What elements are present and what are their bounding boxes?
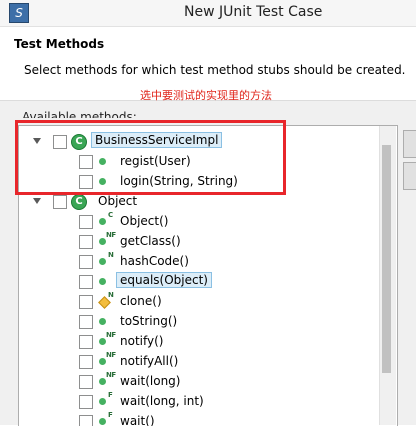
tree-row-wait-long-int[interactable]: F wait(long, int)	[19, 391, 379, 412]
class-icon: C	[71, 194, 87, 210]
public-method-icon	[99, 398, 106, 405]
tree-row-notify[interactable]: NF notify()	[19, 331, 379, 352]
method-checkbox[interactable]	[79, 215, 93, 229]
tree-item-label[interactable]: clone()	[120, 294, 162, 308]
method-checkbox[interactable]	[79, 375, 93, 389]
page-description: Select methods for which test method stu…	[24, 63, 406, 77]
tree-item-label[interactable]: equals(Object)	[116, 272, 212, 288]
public-method-icon	[99, 378, 106, 385]
tree-item-label[interactable]: getClass()	[120, 234, 181, 248]
public-method-icon	[99, 218, 106, 225]
tree-item-label[interactable]: wait(long, int)	[120, 394, 204, 408]
tree-item-label[interactable]: wait()	[120, 414, 155, 426]
method-checkbox[interactable]	[79, 335, 93, 349]
window-title: New JUnit Test Case	[184, 4, 323, 20]
annotation-text: 选中要测试的实现里的方法	[140, 89, 272, 102]
tree-item-label[interactable]: Object()	[120, 214, 168, 228]
method-checkbox[interactable]	[79, 395, 93, 409]
tree-row-hashcode[interactable]: N hashCode()	[19, 251, 379, 272]
method-badge: F	[108, 391, 113, 399]
tree-row-equals[interactable]: equals(Object)	[19, 272, 379, 292]
method-badge: N	[108, 251, 114, 259]
public-method-icon	[99, 278, 106, 285]
deselect-all-button[interactable]	[403, 162, 416, 190]
method-checkbox[interactable]	[79, 315, 93, 329]
public-method-icon	[99, 338, 106, 345]
method-badge: C	[108, 211, 113, 219]
method-checkbox[interactable]	[79, 295, 93, 309]
public-method-icon	[99, 318, 106, 325]
method-checkbox[interactable]	[79, 255, 93, 269]
window-titlebar: S New JUnit Test Case	[0, 0, 416, 27]
class-checkbox[interactable]	[53, 195, 67, 209]
tree-row-clone[interactable]: N clone()	[19, 291, 379, 312]
tree-item-label[interactable]: hashCode()	[120, 254, 189, 268]
method-badge: NF	[106, 231, 116, 239]
method-badge: NF	[106, 371, 116, 379]
tree-row-notifyall[interactable]: NF notifyAll()	[19, 351, 379, 372]
annotation-highlight-box	[15, 120, 286, 195]
method-badge: NF	[106, 351, 116, 359]
public-method-icon	[99, 258, 106, 265]
tree-row-getclass[interactable]: NF getClass()	[19, 231, 379, 252]
page-title: Test Methods	[14, 37, 105, 51]
tree-item-label[interactable]: notifyAll()	[120, 354, 178, 368]
public-method-icon	[99, 418, 106, 425]
public-method-icon	[99, 238, 106, 245]
method-badge: NF	[106, 331, 116, 339]
method-checkbox[interactable]	[79, 275, 93, 289]
tree-row-wait-long[interactable]: NF wait(long)	[19, 371, 379, 392]
available-methods-label: Available methods:	[22, 110, 137, 118]
method-checkbox[interactable]	[79, 355, 93, 369]
method-badge: N	[108, 291, 114, 299]
method-checkbox[interactable]	[79, 235, 93, 249]
select-all-button[interactable]	[403, 130, 416, 158]
tree-item-label[interactable]: Object	[98, 194, 137, 208]
tree-row-object-constructor[interactable]: C Object()	[19, 211, 379, 232]
method-badge: F	[108, 411, 113, 419]
tree-row-wait[interactable]: F wait()	[19, 411, 379, 426]
method-checkbox[interactable]	[79, 415, 93, 426]
tree-item-label[interactable]: wait(long)	[120, 374, 180, 388]
tree-item-label[interactable]: notify()	[120, 334, 163, 348]
tree-row-object[interactable]: C Object	[19, 192, 379, 212]
tree-item-label[interactable]: toString()	[120, 314, 177, 328]
public-method-icon	[99, 358, 106, 365]
expand-toggle-icon[interactable]	[33, 198, 41, 204]
tree-row-tostring[interactable]: toString()	[19, 312, 379, 332]
scrollbar-thumb[interactable]	[382, 145, 391, 373]
eclipse-icon: S	[9, 3, 29, 23]
